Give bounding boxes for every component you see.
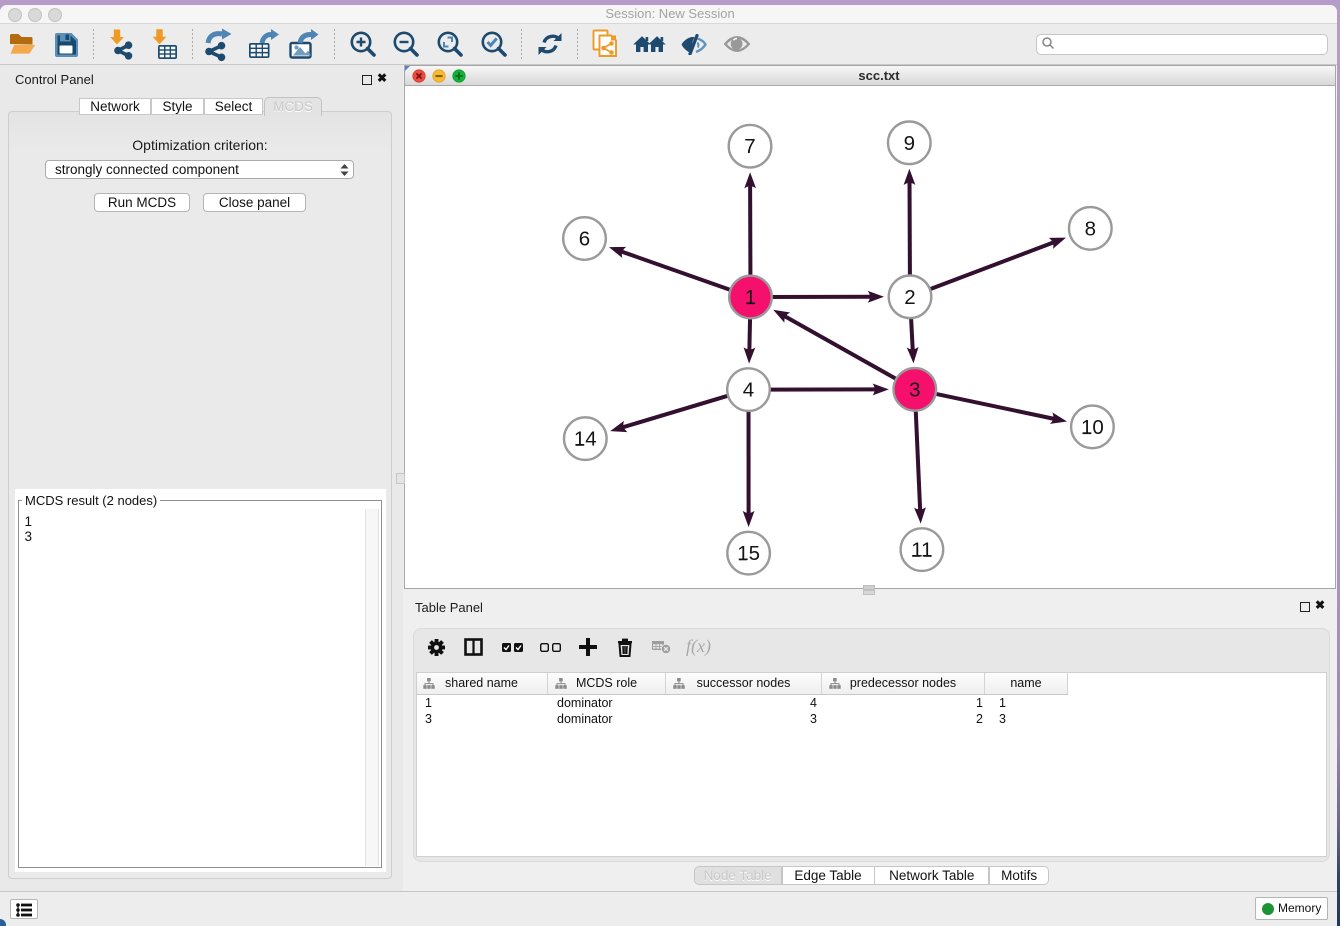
svg-text:11: 11 [911,539,932,562]
svg-text:14: 14 [574,428,597,451]
svg-text:10: 10 [1081,416,1104,439]
svg-text:1: 1 [745,286,756,309]
svg-text:6: 6 [579,228,590,251]
svg-text:15: 15 [737,542,760,565]
svg-text:4: 4 [743,379,754,402]
svg-text:8: 8 [1085,217,1096,240]
svg-text:7: 7 [744,135,755,158]
svg-text:9: 9 [904,132,915,155]
svg-text:2: 2 [904,286,915,309]
svg-text:3: 3 [909,378,920,401]
